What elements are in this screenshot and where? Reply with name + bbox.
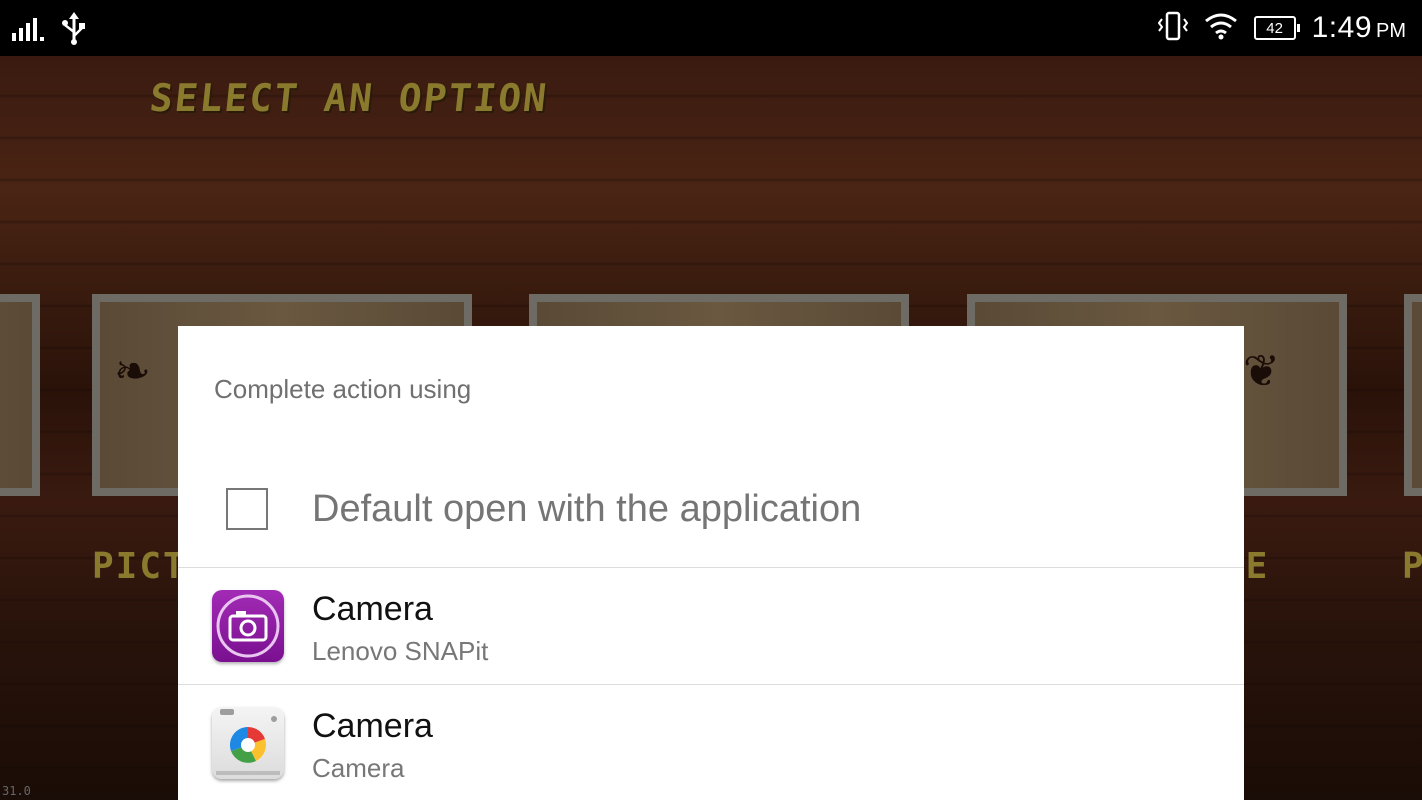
clock-time: 1:49 [1311, 11, 1372, 44]
app-name: Camera [312, 707, 433, 745]
lenovo-snapit-camera-icon [212, 590, 284, 662]
tribal-ornament-icon: ❦ [1243, 346, 1280, 397]
default-open-checkbox[interactable] [226, 488, 268, 530]
app-subtitle: Camera [312, 753, 405, 783]
debug-readout: 31.0 [2, 784, 31, 798]
signal-icon [12, 15, 46, 47]
option-tile-right-edge [1404, 294, 1422, 496]
battery-level: 42 [1266, 19, 1283, 37]
app-chooser-dialog: Complete action using Default open with … [178, 326, 1244, 800]
status-bar: 42 1:49 PM [0, 0, 1422, 56]
app-option-google-camera[interactable]: Camera Camera [178, 685, 1244, 800]
dialog-title: Complete action using [214, 374, 472, 404]
battery-icon: 42 [1253, 16, 1300, 40]
app-subtitle: Lenovo SNAPit [312, 636, 489, 666]
app-name: Camera [312, 590, 433, 628]
select-option-title: SELECT AN OPTION [147, 76, 551, 120]
clock: 1:49 PM [1312, 11, 1406, 45]
wifi-icon [1204, 12, 1238, 44]
default-open-row[interactable]: Default open with the application [178, 464, 1244, 568]
vibrate-icon [1157, 10, 1188, 46]
app-option-lenovo-snapit[interactable]: Camera Lenovo SNAPit [178, 568, 1244, 684]
clock-ampm: PM [1376, 20, 1406, 42]
option-tile-left-edge [0, 294, 40, 496]
google-camera-icon [212, 707, 284, 779]
tribal-ornament-icon: ❧ [114, 346, 151, 397]
tile-label-4: P [1402, 546, 1422, 587]
default-open-label: Default open with the application [312, 488, 862, 530]
usb-icon [60, 12, 88, 50]
